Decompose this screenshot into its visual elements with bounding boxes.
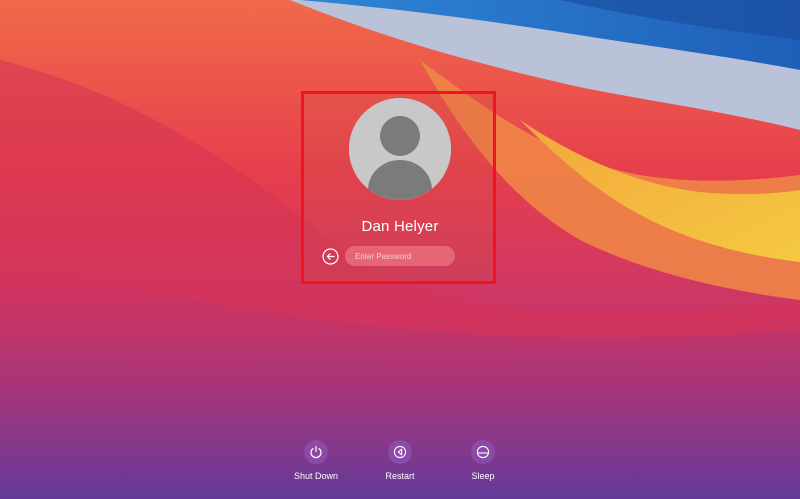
password-input[interactable] bbox=[345, 246, 455, 266]
restart-icon bbox=[393, 445, 407, 459]
shut-down-label: Shut Down bbox=[293, 471, 339, 481]
restart-button[interactable]: Restart bbox=[360, 440, 440, 481]
user-avatar[interactable] bbox=[349, 98, 451, 200]
restart-label: Restart bbox=[385, 471, 415, 481]
power-icon bbox=[310, 445, 322, 459]
shut-down-button[interactable]: Shut Down bbox=[276, 440, 356, 481]
user-name-label: Dan Helyer bbox=[361, 218, 439, 235]
sleep-label: Sleep bbox=[471, 471, 495, 481]
sleep-icon bbox=[476, 445, 490, 459]
user-silhouette-icon bbox=[349, 98, 451, 200]
sleep-button[interactable]: Sleep bbox=[443, 440, 523, 481]
back-button[interactable] bbox=[322, 248, 339, 265]
back-arrow-icon bbox=[322, 248, 339, 265]
